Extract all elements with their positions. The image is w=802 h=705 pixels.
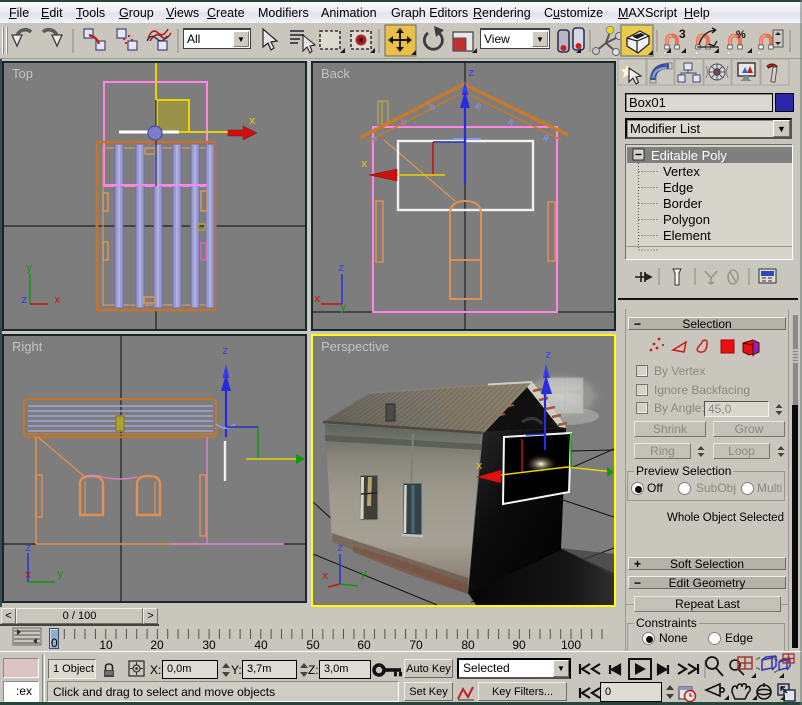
svg-text:70: 70 <box>409 638 423 651</box>
svg-text:z: z <box>337 543 344 555</box>
svg-text:BACK: BACK <box>568 390 582 396</box>
svg-text:BACK: BACK <box>550 390 564 396</box>
svg-text:x: x <box>314 294 321 306</box>
svg-text:10: 10 <box>99 638 113 651</box>
svg-text:60: 60 <box>357 638 371 651</box>
svg-text:z: z <box>545 350 552 362</box>
svg-text:z: z <box>222 346 229 358</box>
svg-text:z: z <box>21 295 28 307</box>
svg-text:80: 80 <box>461 638 475 651</box>
svg-text:30: 30 <box>202 638 216 651</box>
svg-text:y: y <box>360 569 367 581</box>
svg-text:y: y <box>340 302 347 314</box>
svg-text:R: R <box>541 133 551 145</box>
svg-text:x: x <box>25 570 32 582</box>
svg-text:3: 3 <box>679 27 686 41</box>
svg-text:R: R <box>473 101 483 113</box>
svg-text:x: x <box>54 295 61 307</box>
svg-text:z: z <box>468 68 475 80</box>
svg-text:%: % <box>736 29 746 41</box>
svg-text:50: 50 <box>306 638 320 651</box>
svg-text:20: 20 <box>150 638 164 651</box>
svg-text:b: b <box>370 134 379 145</box>
svg-text:x: x <box>476 461 483 473</box>
svg-text:100: 100 <box>561 638 581 651</box>
svg-text:y: y <box>57 569 64 581</box>
svg-text:40: 40 <box>254 638 268 651</box>
svg-text:x: x <box>322 571 329 583</box>
svg-text:x: x <box>361 159 368 171</box>
svg-text:z: z <box>338 263 345 275</box>
svg-text:y: y <box>26 263 33 275</box>
svg-text:x: x <box>249 116 256 128</box>
svg-text:z: z <box>25 543 32 555</box>
svg-text:b: b <box>428 102 437 113</box>
svg-text:90: 90 <box>512 638 526 651</box>
